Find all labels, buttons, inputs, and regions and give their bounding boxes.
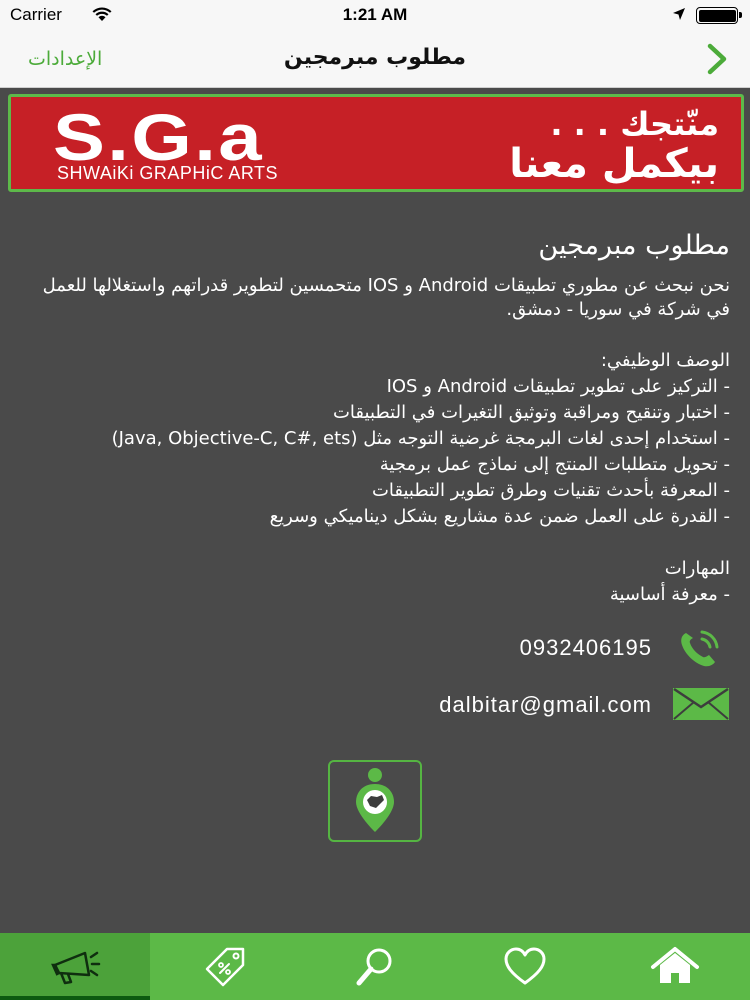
clock-label: 1:21 AM: [342, 5, 408, 24]
search-icon: [356, 948, 392, 985]
phone-number[interactable]: 0932406195: [520, 635, 652, 661]
description-item: - القدرة على العمل ضمن عدة مشاريع بشكل د…: [269, 506, 730, 527]
post-intro: نحن نبحث عن مطوري تطبيقات Android و IOS …: [42, 275, 730, 320]
post-content: مطلوب مبرمجين نحن نبحث عن مطوري تطبيقات …: [20, 226, 730, 608]
page-title: مطلوب مبرمجين: [283, 45, 467, 70]
map-pin-icon: [356, 768, 394, 832]
envelope-icon[interactable]: [672, 687, 730, 721]
skills-item: - معرفة أساسية: [609, 584, 730, 605]
description-item: - اختبار وتنقيح ومراقبة وتوثيق التغيرات …: [332, 402, 730, 423]
tab-bar: [0, 933, 750, 1000]
banner-slogan-line2: بيكمل معنا: [509, 141, 719, 187]
price-tag-icon: [205, 947, 245, 986]
sga-logo: S.G.a: [53, 100, 264, 174]
heart-icon: [504, 947, 546, 984]
description-item: - المعرفة بأحدث تقنيات وطرق تطوير التطبي…: [371, 480, 730, 501]
phone-row[interactable]: 0932406195: [0, 625, 750, 675]
advertisement-banner[interactable]: S.G.a SHWAiKi GRAPHiC ARTS منّتجك . . . …: [8, 94, 744, 192]
tab-announcements[interactable]: [0, 933, 150, 1000]
description-item: - التركيز على تطوير تطبيقات Android و IO…: [386, 376, 730, 397]
email-address[interactable]: dalbitar@gmail.com: [439, 692, 652, 718]
battery-level: [698, 9, 736, 22]
battery-icon: [696, 7, 742, 24]
navigation-bar: الإعدادات مطلوب مبرمجين: [0, 30, 750, 88]
map-location-button[interactable]: [328, 760, 422, 842]
skills-heading: المهارات: [664, 558, 730, 579]
tab-search[interactable]: [300, 933, 450, 1000]
description-item: - استخدام إحدى لغات البرمجة غرضية التوجه…: [111, 428, 730, 449]
tab-home[interactable]: [600, 933, 750, 1000]
email-row[interactable]: dalbitar@gmail.com: [0, 682, 750, 732]
tab-favorites[interactable]: [450, 933, 600, 1000]
chevron-right-icon[interactable]: [702, 42, 732, 76]
status-bar: Carrier 1:21 AM: [0, 0, 750, 30]
megaphone-icon: [51, 951, 101, 984]
tab-offers[interactable]: [150, 933, 300, 1000]
home-icon: [651, 946, 699, 983]
description-item: - تحويل متطلبات المنتج إلى نماذج عمل برم…: [379, 454, 730, 475]
location-arrow-icon: [672, 6, 686, 26]
phone-icon[interactable]: [672, 627, 728, 671]
description-heading: الوصف الوظيفي:: [600, 350, 730, 371]
sga-logo-subtitle: SHWAiKi GRAPHiC ARTS: [57, 163, 279, 183]
banner-slogan-line1: منّتجك . . .: [550, 105, 719, 143]
post-title: مطلوب مبرمجين: [538, 230, 730, 261]
